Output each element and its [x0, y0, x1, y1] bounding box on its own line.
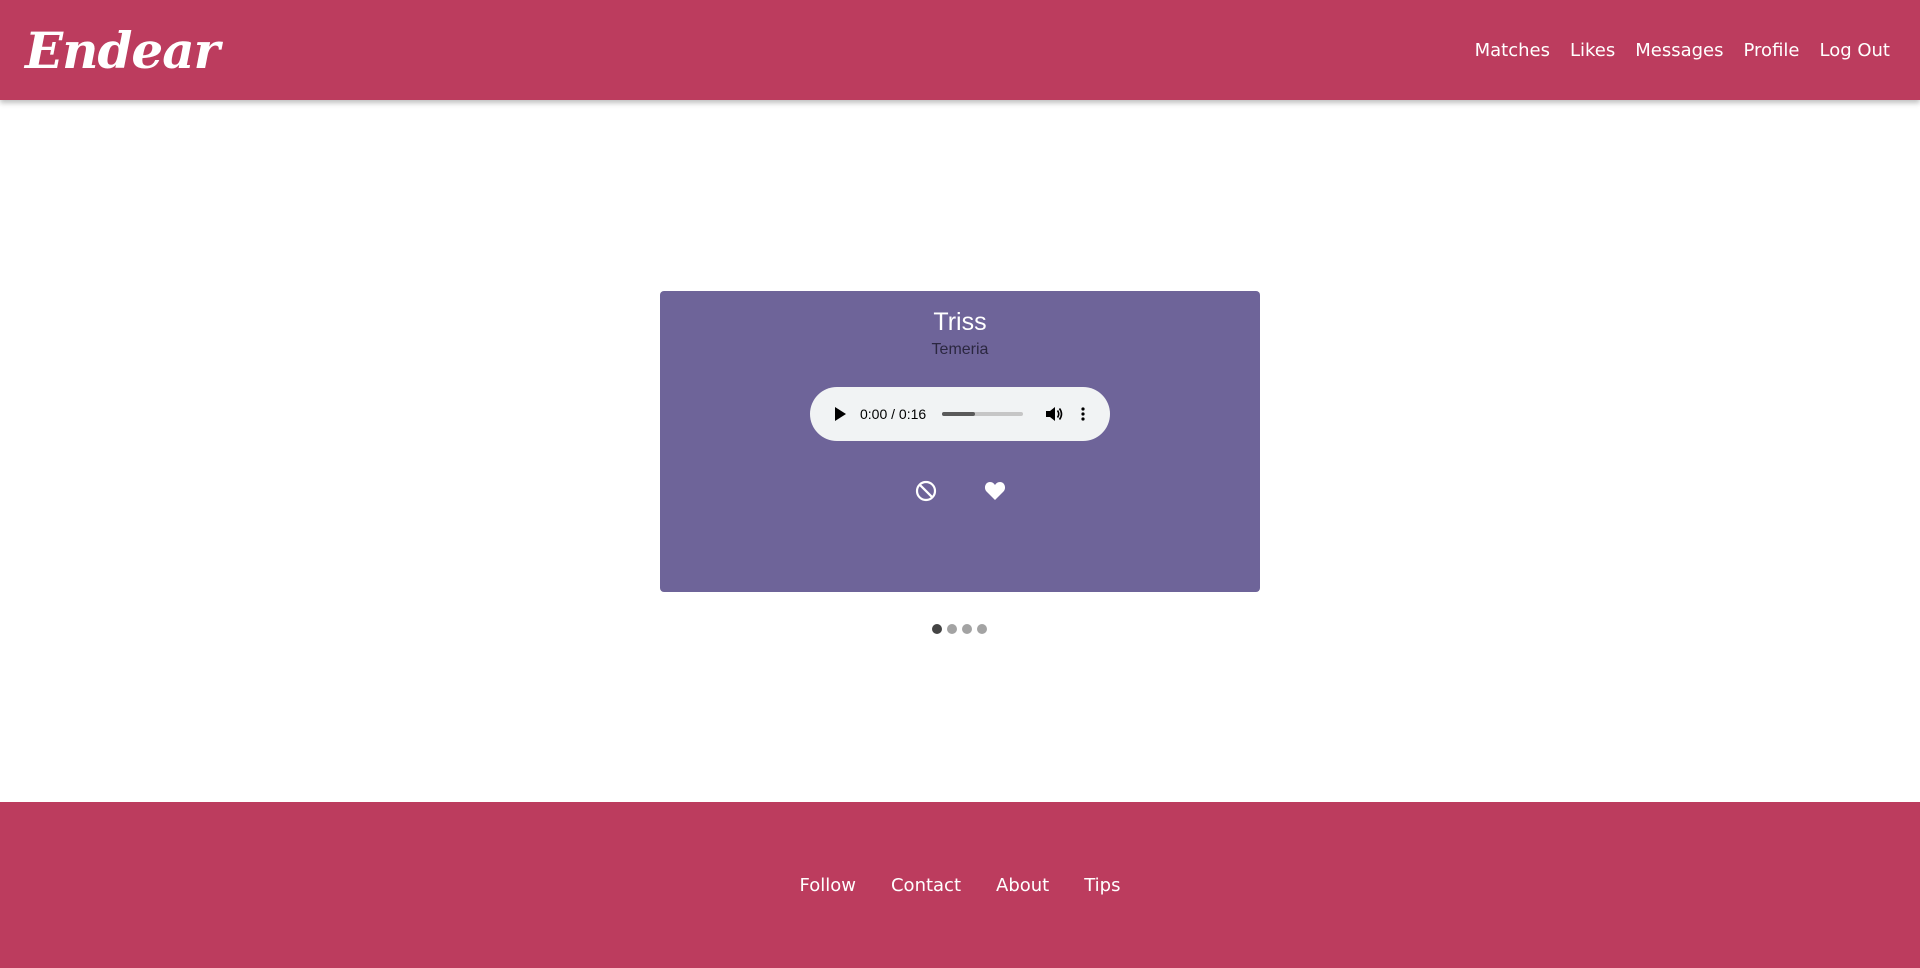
- pagination-dot[interactable]: [962, 624, 972, 634]
- nav-likes[interactable]: Likes: [1570, 40, 1615, 61]
- footer: Follow Contact About Tips: [0, 802, 1920, 968]
- footer-tips[interactable]: Tips: [1084, 875, 1120, 896]
- footer-links: Follow Contact About Tips: [800, 875, 1121, 896]
- profile-name: Triss: [933, 308, 987, 336]
- nav-logout[interactable]: Log Out: [1819, 40, 1890, 61]
- main-content: Triss Temeria 0:00 / 0:16: [0, 100, 1920, 802]
- main-nav: Matches Likes Messages Profile Log Out: [1475, 40, 1890, 61]
- pagination-dot[interactable]: [977, 624, 987, 634]
- block-icon[interactable]: [914, 479, 938, 503]
- volume-icon[interactable]: [1045, 404, 1065, 424]
- footer-follow[interactable]: Follow: [800, 875, 856, 896]
- nav-messages[interactable]: Messages: [1635, 40, 1723, 61]
- card-actions: [914, 479, 1007, 503]
- footer-about[interactable]: About: [996, 875, 1049, 896]
- heart-icon[interactable]: [983, 479, 1007, 503]
- profile-location: Temeria: [931, 341, 989, 358]
- footer-contact[interactable]: Contact: [891, 875, 961, 896]
- top-navbar: Endear Matches Likes Messages Profile Lo…: [0, 0, 1920, 100]
- audio-time: 0:00 / 0:16: [860, 406, 927, 422]
- profile-card: Triss Temeria 0:00 / 0:16: [660, 291, 1260, 592]
- audio-progress-bar[interactable]: [942, 412, 1024, 416]
- pagination-dot[interactable]: [947, 624, 957, 634]
- nav-matches[interactable]: Matches: [1475, 40, 1550, 61]
- audio-player: 0:00 / 0:16: [810, 387, 1110, 441]
- play-icon[interactable]: [830, 404, 850, 424]
- more-options-icon[interactable]: [1077, 404, 1089, 424]
- nav-profile[interactable]: Profile: [1744, 40, 1800, 61]
- audio-progress-fill: [942, 412, 976, 416]
- pagination-dot[interactable]: [932, 624, 942, 634]
- carousel-pagination: [932, 624, 987, 634]
- logo[interactable]: Endear: [25, 21, 220, 80]
